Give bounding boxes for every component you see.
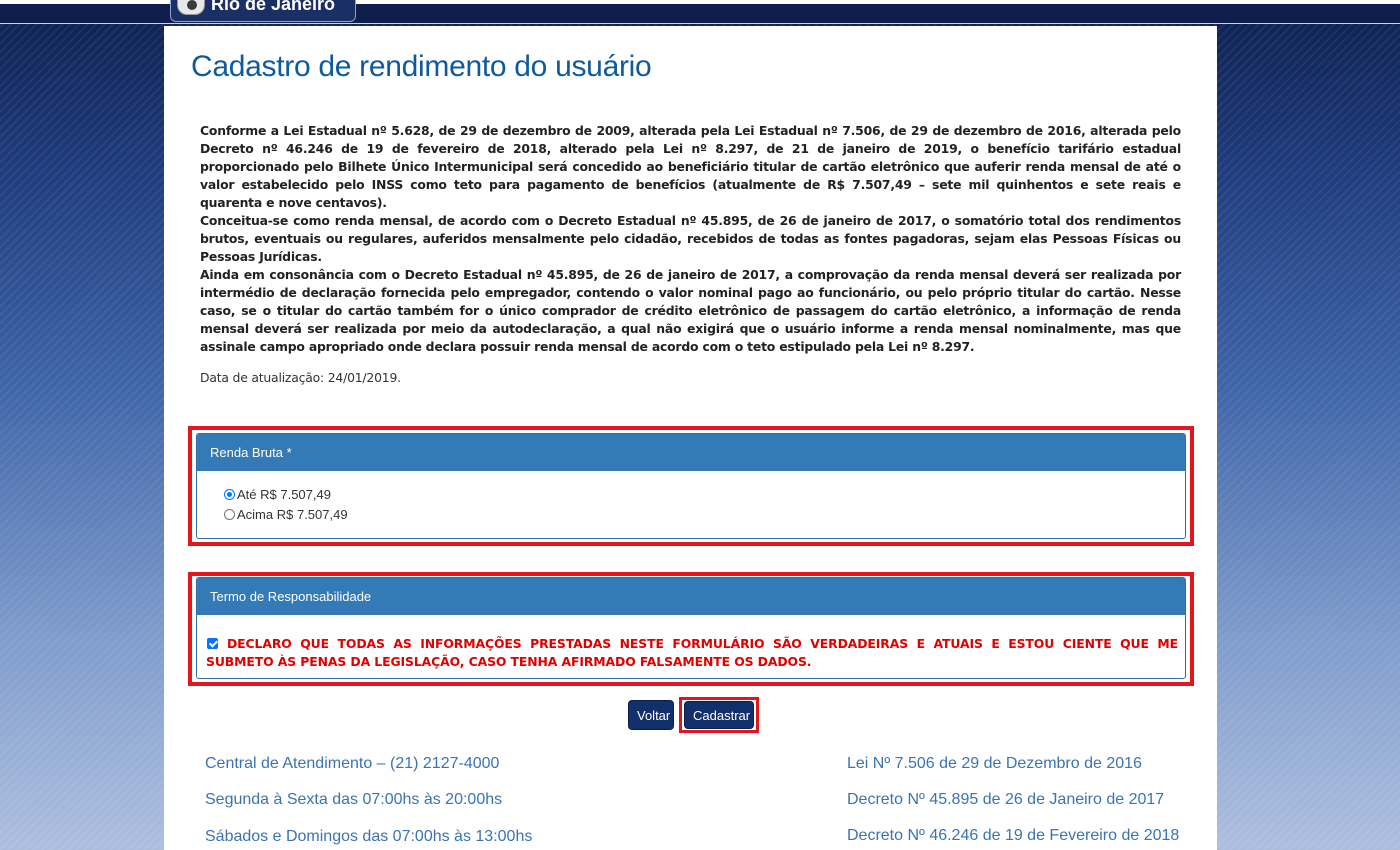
footer-weekend-hours: Sábados e Domingos das 07:00hs às 13:00h… [205, 828, 533, 845]
info-paragraph-1: Conforme a Lei Estadual nº 5.628, de 29 … [200, 123, 1181, 210]
site-logo[interactable]: Rio de Janeiro [170, 0, 356, 22]
radio-acima-label: Acima R$ 7.507,49 [237, 507, 348, 522]
footer-phone[interactable]: Central de Atendimento – (21) 2127-4000 [205, 755, 499, 773]
declaration-text: DECLARO QUE TODAS AS INFORMAÇÕES PRESTAD… [206, 636, 1178, 669]
main-content: Cadastro de rendimento do usuário Confor… [164, 26, 1217, 850]
footer-weekday-hours: Segunda à Sexta das 07:00hs às 20:00hs [205, 791, 503, 808]
update-date: Data de atualização: 24/01/2019. [200, 370, 401, 385]
page-title: Cadastro de rendimento do usuário [191, 50, 652, 83]
radio-acima[interactable] [224, 509, 235, 520]
radio-ate[interactable] [224, 489, 235, 500]
submit-button[interactable]: Cadastrar [684, 701, 754, 729]
footer-decree-46246-link[interactable]: Decreto Nº 46.246 de 19 de Fevereiro de … [847, 827, 1179, 845]
radio-ate-label: Até R$ 7.507,49 [237, 487, 331, 502]
info-paragraph-2: Conceitua-se como renda mensal, de acord… [200, 213, 1181, 264]
termo-panel-title: Termo de Responsabilidade [197, 578, 1185, 615]
radio-option-acima[interactable]: Acima R$ 7.507,49 [224, 507, 348, 522]
footer-decree-45895-link[interactable]: Decreto Nº 45.895 de 26 de Janeiro de 20… [847, 791, 1164, 809]
logo-text: Rio de Janeiro [211, 0, 336, 14]
footer-law-link[interactable]: Lei Nº 7.506 de 29 de Dezembro de 2016 [847, 755, 1142, 773]
radio-option-ate[interactable]: Até R$ 7.507,49 [224, 487, 331, 502]
termo-panel: Termo de Responsabilidade DECLARO QUE TO… [196, 577, 1186, 679]
state-emblem-icon [177, 0, 205, 15]
back-button[interactable]: Voltar [628, 700, 674, 730]
renda-panel-title: Renda Bruta * [197, 434, 1185, 471]
info-paragraph-3: Ainda em consonância com o Decreto Estad… [200, 267, 1181, 354]
renda-panel: Renda Bruta * Até R$ 7.507,49 Acima R$ 7… [196, 433, 1186, 539]
